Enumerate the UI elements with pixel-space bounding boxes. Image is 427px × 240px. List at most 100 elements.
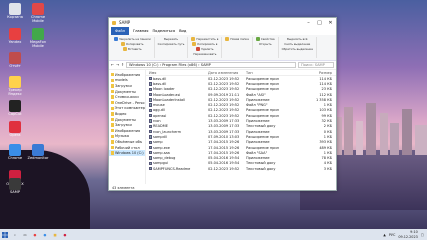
- file-size: 114 КБ: [319, 81, 332, 86]
- file-type: Приложение: [246, 119, 270, 124]
- copy-button[interactable]: Копировать: [121, 42, 144, 46]
- file-row[interactable]: openssl 02.12.2023 19:52 Расширение прил 99…: [146, 113, 336, 118]
- file-type: Расширение прил: [246, 145, 279, 150]
- nav-item[interactable]: Объёмные объ: [109, 139, 145, 145]
- file-name-cell: MoonLoaderInstall: [146, 98, 208, 102]
- nav-item[interactable]: Изображения: [109, 72, 145, 78]
- nav-item-label: Этот компьютер: [114, 106, 145, 111]
- folder-icon: [111, 123, 114, 127]
- open-button[interactable]: Открыть: [259, 42, 272, 46]
- file-size: 23 КБ: [321, 87, 332, 92]
- file-name-cell: SAMPFUNCS-Readme: [146, 167, 208, 171]
- desktop-icon[interactable]: Отчёт: [4, 52, 26, 69]
- nav-item[interactable]: OneDrive - Perso: [109, 100, 145, 106]
- ribbon-tabs: Файл Главная Поделиться Вид: [109, 27, 336, 35]
- nav-item[interactable]: Этот компьютер: [109, 106, 145, 112]
- invert-selection-button[interactable]: Обратить выделение: [282, 47, 313, 51]
- file-row[interactable]: README 13.03.2009 17:33 Текстовый доку 2 КБ: [146, 124, 336, 129]
- desktop-icon[interactable]: Chrome: [4, 144, 26, 161]
- file-row[interactable]: MoonLoader.asi 09.09.2019 21:11 Файл "ASI"…: [146, 92, 336, 97]
- column-size[interactable]: Размер: [302, 71, 332, 75]
- folder-icon: [111, 78, 114, 83]
- desktop-icon[interactable]: CapCut: [4, 100, 26, 117]
- notifications-icon[interactable]: ▢: [421, 233, 424, 237]
- file-row[interactable]: rcon_launcherm 13.03.2009 17:33 Приложение…: [146, 129, 336, 134]
- file-row[interactable]: samp_debug 05.04.2016 19:54 Приложение 78 К…: [146, 155, 336, 160]
- clock[interactable]: 9:10 09.12.2023: [398, 230, 417, 238]
- tab-view[interactable]: Вид: [179, 29, 186, 33]
- file-date: 17.04.2015 19:26: [208, 145, 240, 150]
- cut-button[interactable]: Вырезать: [164, 37, 178, 41]
- desktop-icon[interactable]: Chrome Mobile: [27, 3, 49, 24]
- desktop-icon[interactable]: Opera: [4, 121, 26, 138]
- up-icon[interactable]: ↑: [121, 63, 124, 67]
- desktop-icon[interactable]: Корзина: [4, 3, 26, 20]
- select-all-button[interactable]: Выделить всё: [287, 37, 307, 41]
- start-button[interactable]: [0, 229, 10, 240]
- file-row[interactable]: samp.saa 17.04.2015 19:26 Файл "SAA" 1 КБ: [146, 150, 336, 155]
- move-to-button[interactable]: Переместить в: [191, 37, 218, 41]
- file-size: 112 КБ: [319, 92, 332, 97]
- minimize-button[interactable]: –: [303, 18, 314, 27]
- file-icon: [149, 92, 152, 97]
- file-row[interactable]: bass.dll 02.12.2023 19:52 Расширение прил 1…: [146, 81, 336, 86]
- back-icon[interactable]: ←: [111, 63, 114, 67]
- nav-item[interactable]: Рабочий стол: [109, 145, 145, 151]
- network-icon[interactable]: ▲: [383, 233, 386, 237]
- forward-icon[interactable]: →: [116, 63, 119, 67]
- task-view-icon[interactable]: ▭: [20, 229, 30, 240]
- explorer-icon[interactable]: ■: [50, 229, 60, 240]
- select-none-button[interactable]: Снять выделение: [284, 42, 310, 46]
- file-size: 489 КБ: [319, 145, 332, 150]
- pin-button[interactable]: Закрепить на панели: [114, 37, 151, 41]
- file-row[interactable]: samp 17.04.2015 19:26 Приложение 393 КБ: [146, 140, 336, 145]
- file-name-cell: samp_debug: [146, 156, 208, 160]
- maximize-button[interactable]: □: [314, 18, 325, 27]
- desktop-icon[interactable]: Yandex: [4, 28, 26, 45]
- desktop-icon[interactable]: Трекер Яндекс: [4, 76, 26, 97]
- file-row[interactable]: mouse 02.12.2023 19:52 Файл "PNG" 1 КБ: [146, 102, 336, 107]
- tab-file[interactable]: Файл: [111, 27, 129, 35]
- nav-item-label: Документы: [115, 89, 136, 94]
- file-row[interactable]: Moon loader 02.12.2023 19:52 Расширение пр…: [146, 87, 336, 92]
- yandex-icon[interactable]: ●: [30, 229, 40, 240]
- desktop-icon[interactable]: Zedmonitor: [27, 144, 49, 161]
- copy-to-button[interactable]: Копировать в: [192, 42, 217, 46]
- file-row[interactable]: ogg.dll 02.12.2023 19:52 Расширение прил 10…: [146, 108, 336, 113]
- column-name[interactable]: Имя: [146, 71, 208, 75]
- address-bar[interactable]: Windows 10 (C:) › Program Files (x86) › …: [126, 62, 296, 68]
- navigation-pane: Изображения models Загрузки Документы Стимки…: [109, 70, 146, 184]
- desktop-icon[interactable]: MegaFon Mobile: [27, 28, 49, 49]
- column-type[interactable]: Тип: [246, 71, 302, 75]
- tab-home[interactable]: Главная: [133, 29, 149, 33]
- new-folder-button[interactable]: Новая папка: [225, 37, 249, 41]
- opera-icon[interactable]: ●: [60, 229, 70, 240]
- nav-item[interactable]: Windows 10 (C:): [109, 150, 145, 156]
- language-indicator[interactable]: РУС: [389, 233, 395, 237]
- column-date[interactable]: Дата изменения: [208, 71, 246, 75]
- file-row[interactable]: MoonLoaderInstall 02.12.2023 19:52 Приложе…: [146, 97, 336, 102]
- desktop-icon-label: Zedmonitor: [27, 156, 49, 160]
- file-row[interactable]: samp.exe 17.04.2015 19:26 Расширение прил 4…: [146, 145, 336, 150]
- close-button[interactable]: ✕: [325, 18, 336, 27]
- file-row[interactable]: SAMPFUNCS-Readme 02.12.2023 19:52 Текстовы…: [146, 166, 336, 171]
- nav-item[interactable]: Изображения: [109, 128, 145, 134]
- file-row[interactable]: sampgui 05.04.2016 19:54 Текстовый доку 4 К…: [146, 161, 336, 166]
- desktop-icon[interactable]: SAMP: [4, 178, 26, 195]
- folder-icon: [111, 129, 114, 133]
- rename-button[interactable]: Переименовать: [193, 52, 216, 56]
- file-row[interactable]: bass.dll 02.12.2023 19:52 Расширение прил 1…: [146, 76, 336, 81]
- chrome-icon[interactable]: ●: [40, 229, 50, 240]
- file-row[interactable]: rcon 13.03.2009 17:33 Приложение 32 КБ: [146, 118, 336, 123]
- file-type: Расширение прил: [246, 113, 279, 118]
- properties-button[interactable]: Свойства: [255, 37, 275, 41]
- file-row[interactable]: sampdll 07.09.2010 13:03 Расширение прил 1 …: [146, 134, 336, 139]
- tab-share[interactable]: Поделиться: [152, 29, 175, 33]
- search-input[interactable]: Поиск: SAMP: [298, 62, 334, 68]
- copy-path-button[interactable]: Скопировать путь: [158, 42, 185, 46]
- search-icon[interactable]: ⌕: [10, 229, 20, 240]
- delete-button[interactable]: Удалить: [196, 47, 214, 51]
- file-size: 103 КБ: [319, 108, 332, 113]
- copy-icon: [121, 42, 126, 46]
- paste-button[interactable]: Вставить: [123, 47, 142, 51]
